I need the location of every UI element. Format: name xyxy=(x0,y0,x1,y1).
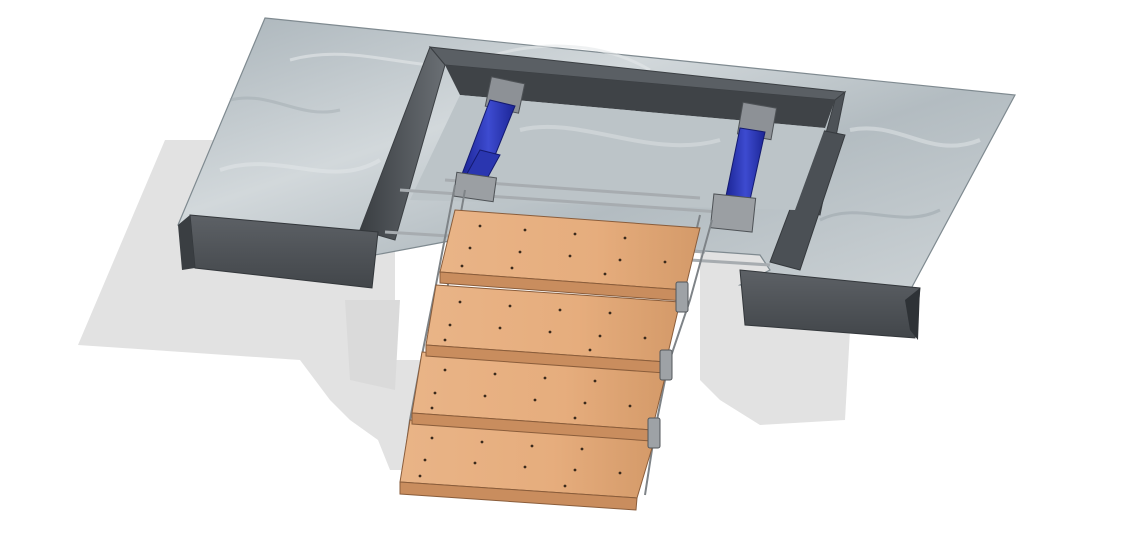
stair-treads xyxy=(399,209,701,511)
stair-lift-render xyxy=(78,17,1016,511)
